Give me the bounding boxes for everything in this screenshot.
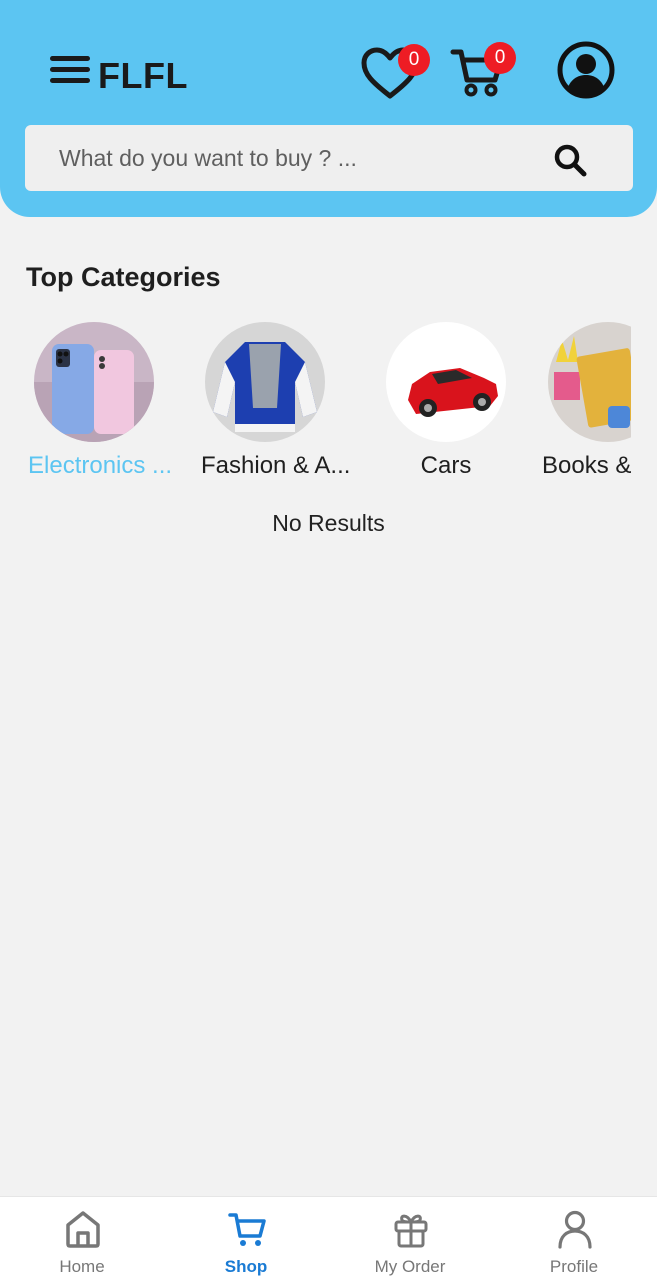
- category-fashion[interactable]: Fashion & A...: [185, 320, 350, 485]
- user-icon: [558, 1210, 592, 1249]
- cart-count-badge: 0: [484, 42, 516, 74]
- nav-my-order[interactable]: My Order: [350, 1197, 470, 1280]
- books-image: [548, 322, 631, 442]
- search-input[interactable]: [59, 125, 539, 191]
- category-label: Fashion & A...: [201, 452, 351, 479]
- category-books[interactable]: Books &: [528, 320, 631, 485]
- hamburger-icon: [50, 56, 90, 61]
- category-label: Books &: [542, 452, 631, 479]
- search-icon[interactable]: [553, 143, 587, 177]
- nav-home[interactable]: Home: [22, 1197, 142, 1280]
- electronics-image: [34, 322, 154, 442]
- hamburger-line: [50, 67, 90, 72]
- category-carousel[interactable]: Electronics ... Fashion & A... Cars Book…: [0, 320, 631, 490]
- nav-shop[interactable]: Shop: [186, 1197, 306, 1280]
- cars-image: [386, 322, 506, 442]
- nav-label: Shop: [224, 1257, 268, 1276]
- bottom-nav: Home Shop My Order Profile: [0, 1196, 657, 1280]
- cart-icon: [228, 1213, 266, 1246]
- category-label: Cars: [420, 452, 472, 479]
- user-circle-icon: [557, 41, 615, 99]
- wishlist-button[interactable]: 0: [360, 44, 432, 100]
- no-results-message: No Results: [272, 510, 385, 536]
- category-label: Electronics ...: [28, 452, 173, 479]
- app-root: FLFL 0 0 What do you want to buy ? ... T…: [0, 0, 657, 1280]
- nav-label: Profile: [549, 1257, 599, 1276]
- top-categories-title: Top Categories: [26, 262, 221, 292]
- app-logo: FLFL: [98, 55, 188, 96]
- category-cars[interactable]: Cars: [366, 320, 526, 485]
- cart-button[interactable]: 0: [450, 42, 520, 98]
- menu-button[interactable]: [50, 56, 92, 86]
- home-icon: [66, 1211, 100, 1248]
- profile-button[interactable]: [557, 41, 615, 99]
- nav-profile[interactable]: Profile: [514, 1197, 634, 1280]
- wishlist-count-badge: 0: [398, 44, 430, 76]
- hamburger-line: [50, 78, 90, 83]
- nav-label: My Order: [374, 1257, 446, 1276]
- fashion-image: [205, 322, 325, 442]
- category-electronics[interactable]: Electronics ...: [14, 320, 174, 485]
- nav-label: Home: [59, 1257, 105, 1276]
- app-header: FLFL 0 0: [0, 0, 657, 217]
- search-bar: [25, 125, 633, 191]
- gift-icon: [394, 1214, 428, 1248]
